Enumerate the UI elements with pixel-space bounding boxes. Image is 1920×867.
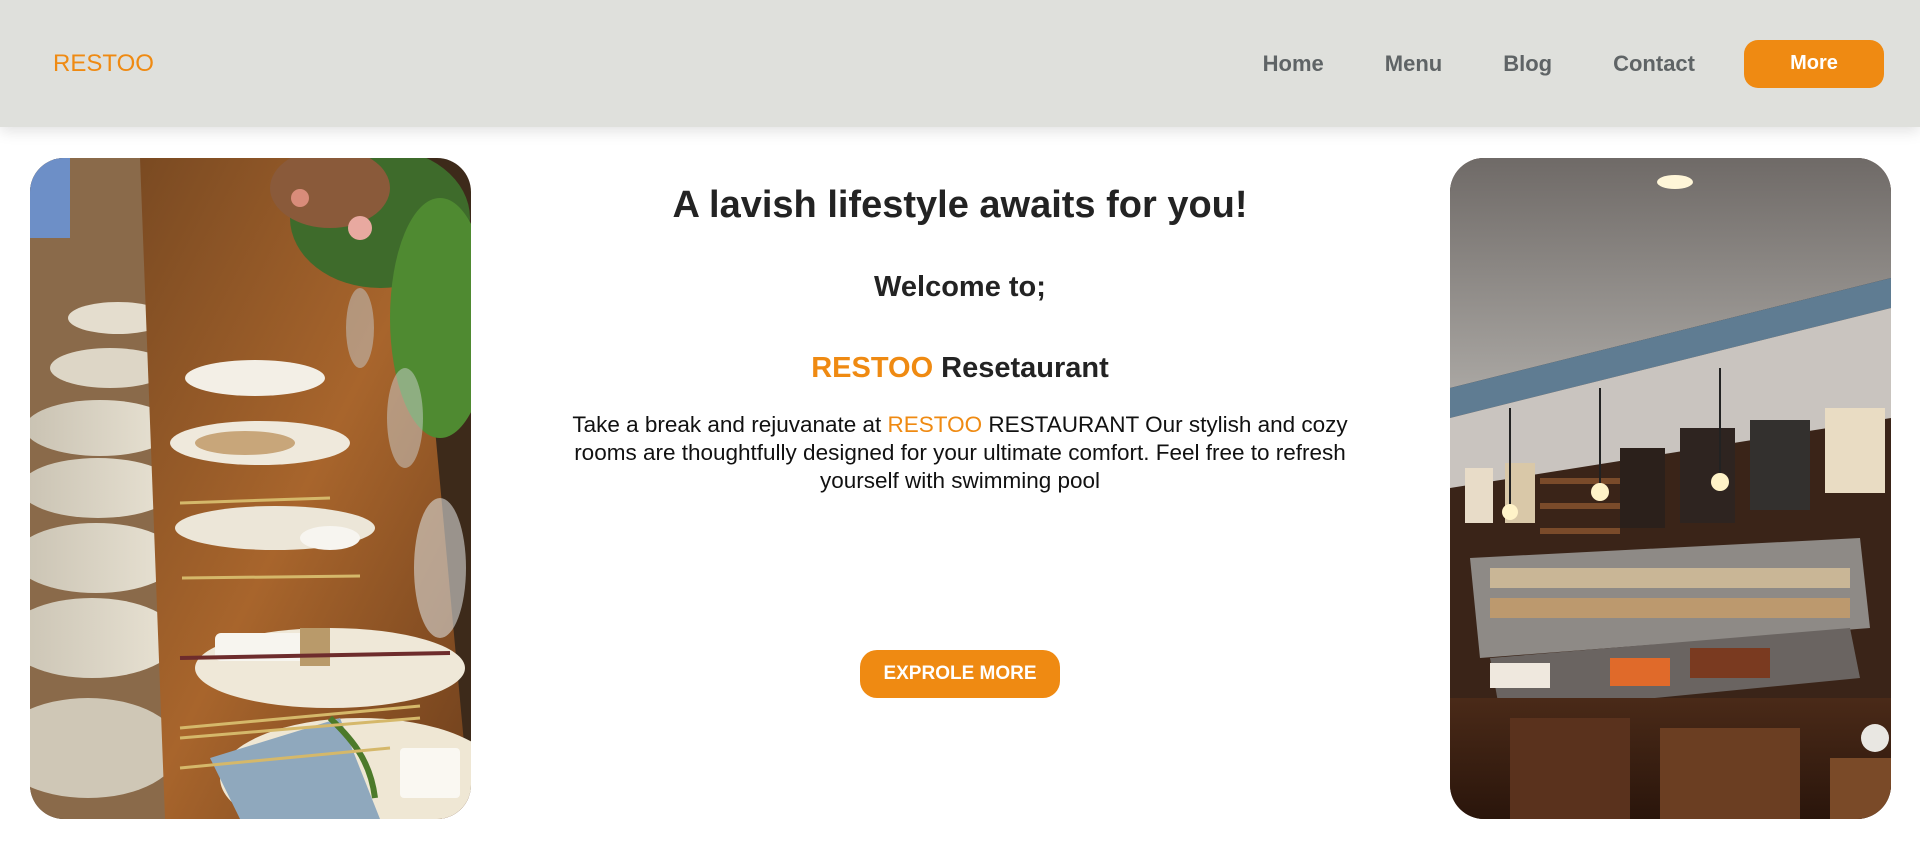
restaurant-title: RESTOO Resetaurant <box>520 352 1400 385</box>
cafe-interior-photo <box>1450 158 1891 819</box>
main-nav: Home Menu Blog Contact More <box>1263 39 1884 88</box>
more-button[interactable]: More <box>1744 39 1884 88</box>
explore-more-button[interactable]: EXPROLE MORE <box>860 650 1060 698</box>
hero-content: A lavish lifestyle awaits for you! Welco… <box>520 158 1400 495</box>
restaurant-title-text: Resetaurant <box>933 352 1109 384</box>
welcome-heading: Welcome to; <box>874 271 1046 303</box>
brand-logo-link[interactable]: RESTOO <box>53 50 154 78</box>
nav-link-contact[interactable]: Contact <box>1613 51 1695 77</box>
nav-link-home[interactable]: Home <box>1263 51 1324 77</box>
nav-link-menu[interactable]: Menu <box>1385 51 1442 77</box>
desc-brand: RESTOO <box>887 412 983 437</box>
hero-description: Take a break and rejuvanate at RESTOO RE… <box>540 411 1380 495</box>
table-setting-photo <box>30 158 471 819</box>
nav-link-blog[interactable]: Blog <box>1503 51 1552 77</box>
hero-headline: A lavish lifestyle awaits for you! <box>672 184 1248 226</box>
top-navbar: RESTOO Home Menu Blog Contact More <box>0 0 1920 127</box>
desc-text-start: Take a break and rejuvanate at <box>572 412 888 437</box>
restaurant-title-brand: RESTOO <box>811 352 934 384</box>
